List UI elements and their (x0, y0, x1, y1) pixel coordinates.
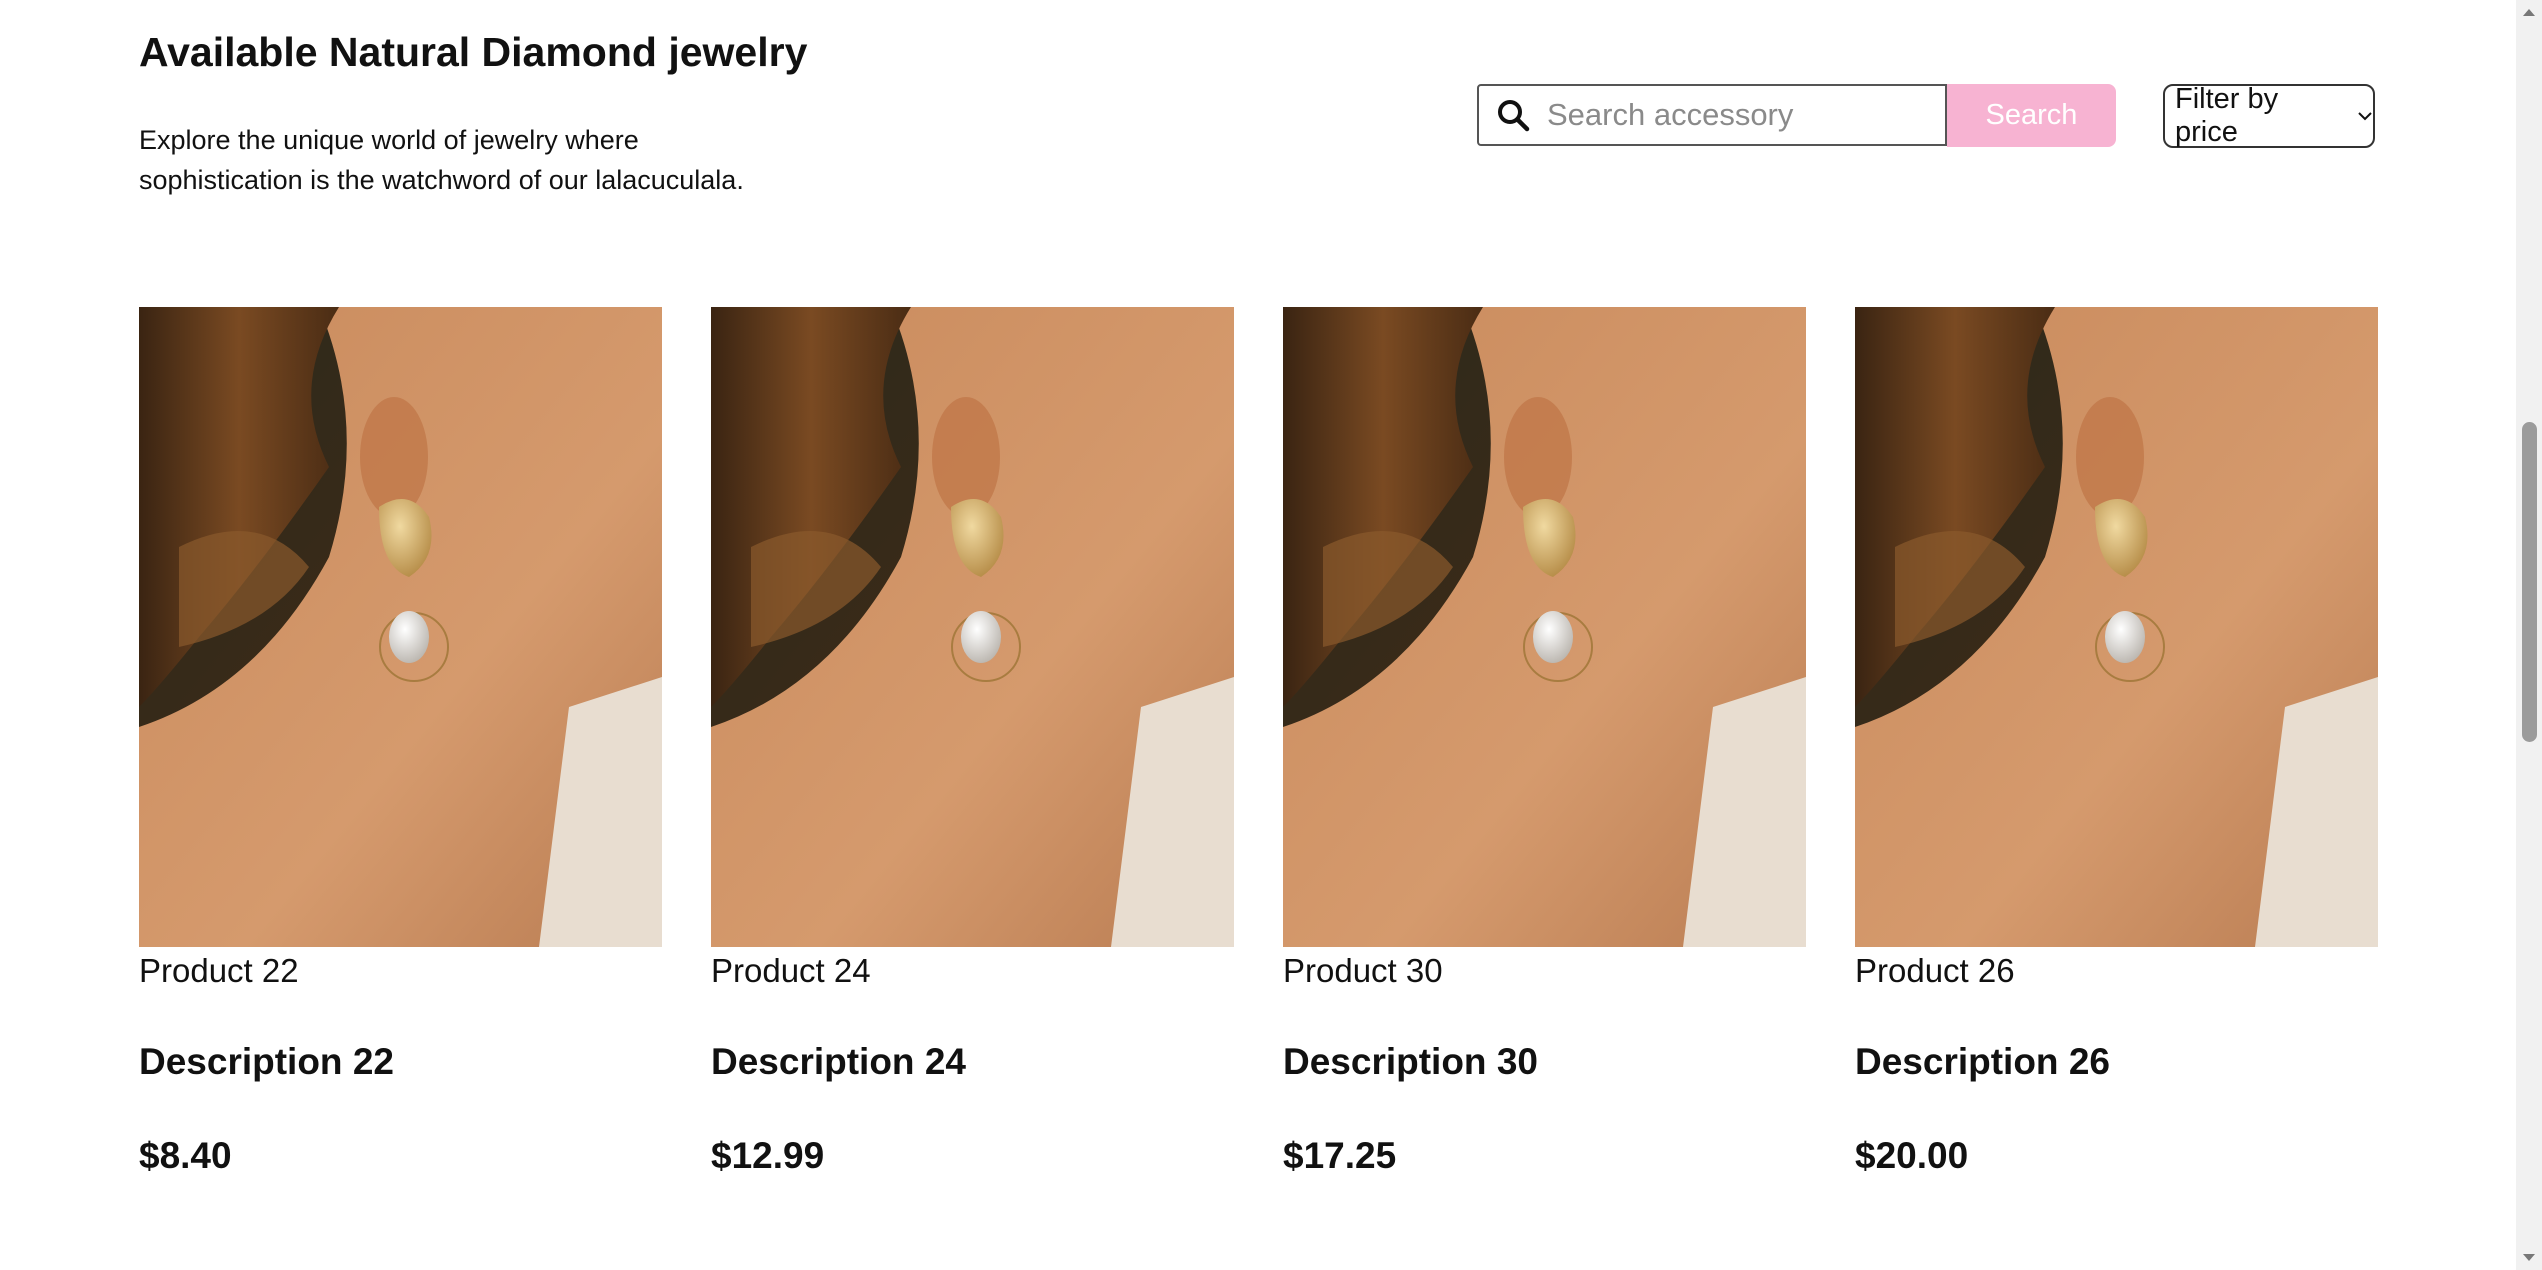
search-box[interactable] (1477, 84, 1947, 146)
product-price: $20.00 (1855, 1135, 1969, 1176)
search-icon (1493, 95, 1533, 135)
filter-selected-label: Filter by price (2175, 83, 2279, 148)
product-image[interactable] (1855, 307, 2378, 947)
chevron-down-icon (2357, 110, 2373, 122)
product-name: Product 22 (139, 952, 299, 989)
product-price: $8.40 (139, 1135, 232, 1176)
scroll-up-arrow-icon[interactable] (2516, 0, 2542, 24)
product-image[interactable] (1283, 307, 1806, 947)
product-price: $12.99 (711, 1135, 825, 1176)
product-card[interactable]: Product 22 Description 22 $8.40 (139, 307, 662, 1179)
product-name: Product 26 (1855, 952, 2015, 989)
page-header: Available Natural Diamond jewelry Explor… (139, 24, 819, 200)
page: Available Natural Diamond jewelry Explor… (0, 0, 2542, 1270)
product-image[interactable] (711, 307, 1234, 947)
scroll-down-arrow-icon[interactable] (2516, 1246, 2542, 1270)
page-title: Available Natural Diamond jewelry (139, 29, 808, 75)
product-name: Product 24 (711, 952, 871, 989)
product-card[interactable]: Product 30 Description 30 $17.25 (1283, 307, 1806, 1179)
product-card[interactable]: Product 24 Description 24 $12.99 (711, 307, 1234, 1179)
scrollbar-thumb[interactable] (2522, 422, 2537, 742)
product-description: Description 22 (139, 1041, 394, 1082)
search-button[interactable]: Search (1947, 84, 2116, 147)
filter-by-price-select[interactable]: Filter by price (2163, 83, 2375, 148)
vertical-scrollbar[interactable] (2516, 0, 2542, 1270)
product-price: $17.25 (1283, 1135, 1397, 1176)
product-description: Description 30 (1283, 1041, 1538, 1082)
product-description: Description 26 (1855, 1041, 2110, 1082)
intro-line-1: Explore the unique world of jewelry wher… (139, 125, 639, 155)
product-grid: Product 22 Description 22 $8.40 Product … (139, 307, 2378, 1179)
product-description: Description 24 (711, 1041, 966, 1082)
product-card[interactable]: Product 26 Description 26 $20.00 (1855, 307, 2378, 1179)
search-input[interactable] (1547, 97, 1927, 133)
intro-line-2: sophistication is the watchword of our l… (139, 165, 744, 195)
product-image[interactable] (139, 307, 662, 947)
page-intro: Explore the unique world of jewelry wher… (139, 120, 819, 200)
product-name: Product 30 (1283, 952, 1443, 989)
